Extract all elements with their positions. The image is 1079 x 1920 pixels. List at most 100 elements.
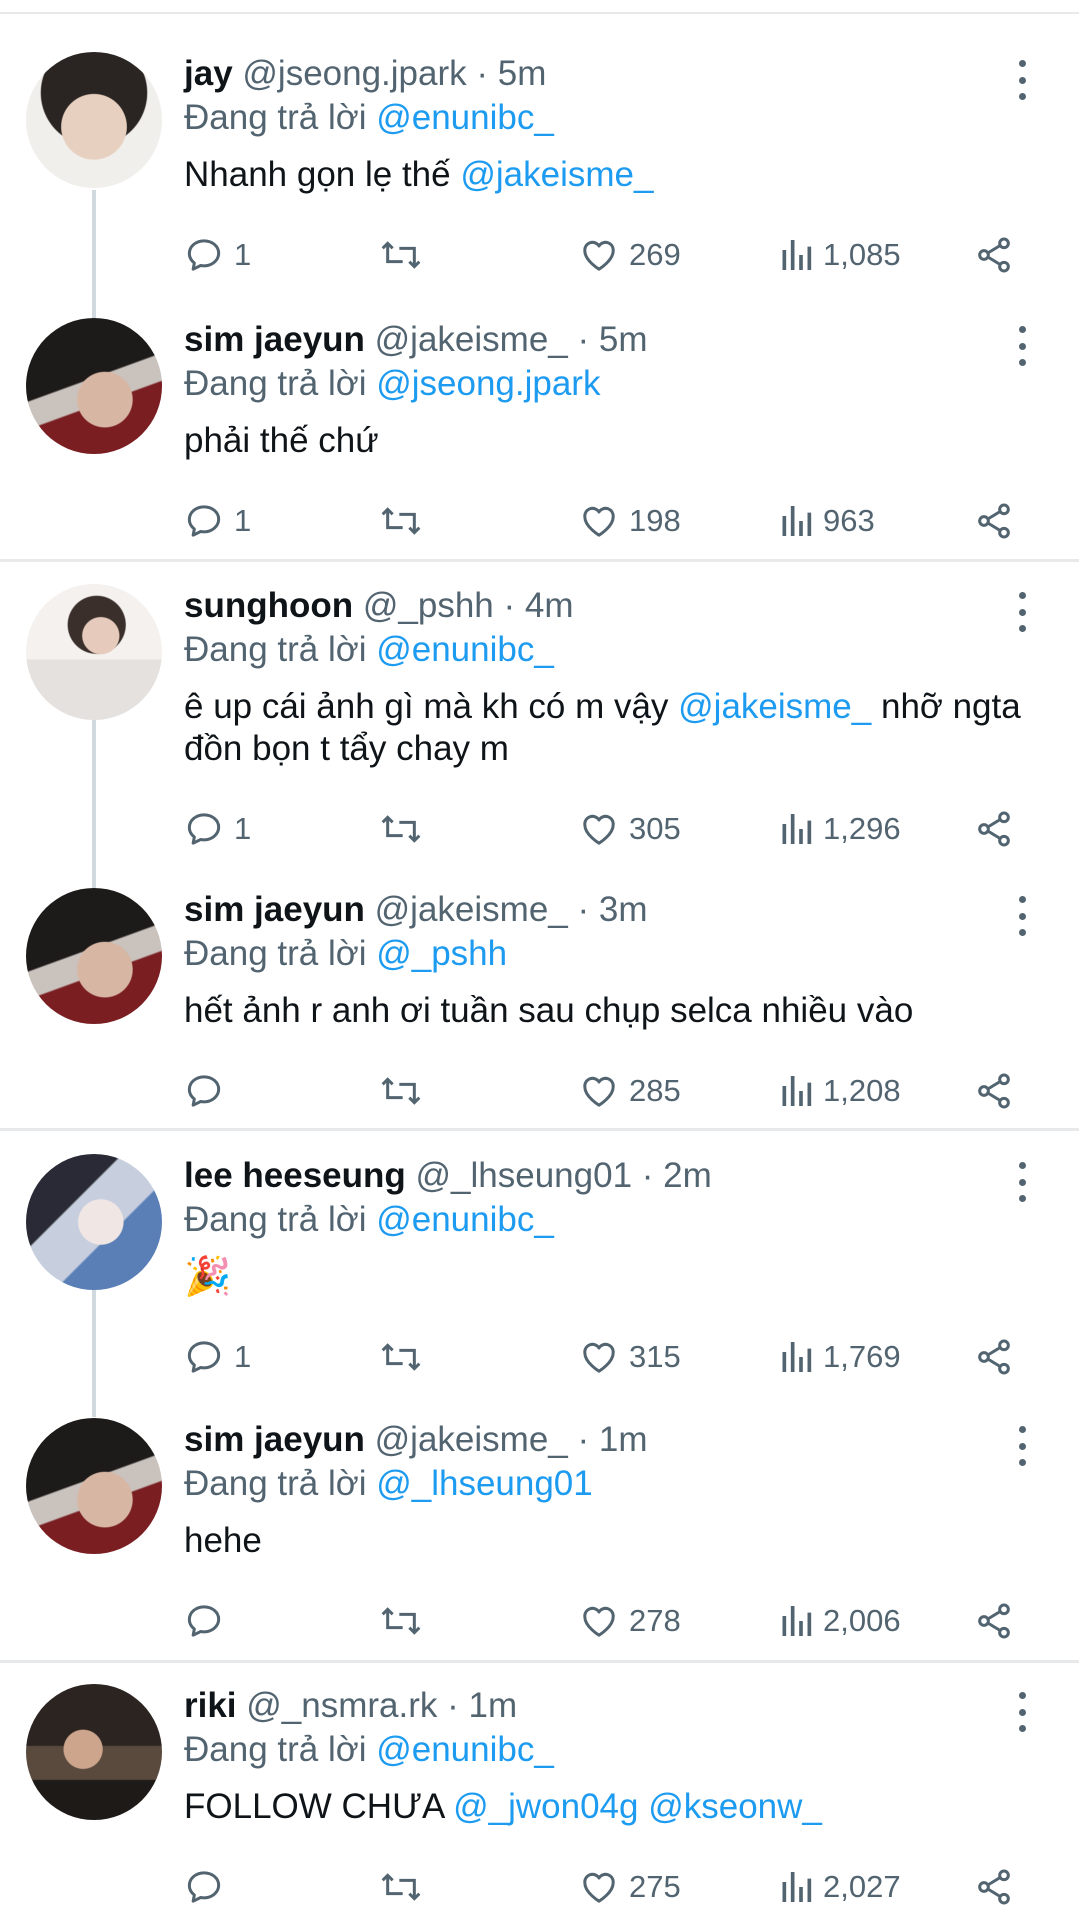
share-button[interactable]	[974, 804, 1014, 854]
more-options-icon[interactable]	[1010, 1426, 1034, 1466]
retweet-button[interactable]	[379, 496, 423, 546]
more-options-icon[interactable]	[1010, 1162, 1034, 1202]
tweet-text: Nhanh gọn lẹ thế @jakeisme_	[184, 154, 1044, 196]
tweet-text-body: hết ảnh r anh ơi tuần sau chụp selca nhi…	[184, 991, 914, 1030]
avatar[interactable]	[26, 52, 162, 188]
user-handle[interactable]: @_pshh	[363, 586, 494, 625]
avatar[interactable]	[26, 1154, 162, 1290]
replying-to-mention[interactable]: @enunibc_	[376, 1200, 554, 1239]
avatar[interactable]	[26, 1684, 162, 1820]
like-button[interactable]: 305	[579, 804, 681, 854]
reply-button[interactable]: 1	[184, 496, 251, 546]
timestamp[interactable]: 2m	[663, 1156, 712, 1195]
retweet-button[interactable]	[379, 1596, 423, 1646]
share-button[interactable]	[974, 496, 1014, 546]
like-button[interactable]: 278	[579, 1596, 681, 1646]
like-button[interactable]: 275	[579, 1862, 681, 1912]
retweet-button[interactable]	[379, 1332, 423, 1382]
timestamp[interactable]: 1m	[469, 1686, 518, 1725]
bar-chart-icon	[782, 814, 812, 844]
reply-button[interactable]	[184, 1862, 234, 1912]
more-options-icon[interactable]	[1010, 1692, 1034, 1732]
bar-chart-icon	[782, 1872, 812, 1902]
reply-button[interactable]: 1	[184, 1332, 251, 1382]
display-name[interactable]: sim jaeyun	[184, 320, 365, 359]
views-button[interactable]: 963	[779, 496, 875, 546]
views-button[interactable]: 2,006	[779, 1596, 901, 1646]
reply-button[interactable]	[184, 1596, 234, 1646]
share-button[interactable]	[974, 1066, 1014, 1116]
share-button[interactable]	[974, 1862, 1014, 1912]
text-mention[interactable]: @jakeisme_	[460, 155, 653, 194]
timestamp[interactable]: 5m	[498, 54, 547, 93]
separator-dot: ·	[577, 890, 599, 929]
avatar[interactable]	[26, 318, 162, 454]
share-button[interactable]	[974, 1596, 1014, 1646]
more-options-icon[interactable]	[1010, 896, 1034, 936]
reply-button[interactable]	[184, 1066, 234, 1116]
avatar[interactable]	[26, 1418, 162, 1554]
user-handle[interactable]: @jakeisme_	[375, 1420, 568, 1459]
tweet[interactable]: lee heeseung @_lhseung01 · 2m Đang trả l…	[0, 1154, 1079, 1419]
display-name[interactable]: sim jaeyun	[184, 1420, 365, 1459]
display-name[interactable]: riki	[184, 1686, 237, 1725]
like-button[interactable]: 198	[579, 496, 681, 546]
reply-button[interactable]: 1	[184, 804, 251, 854]
tweet-text: hết ảnh r anh ơi tuần sau chụp selca nhi…	[184, 990, 1044, 1032]
tweet[interactable]: sim jaeyun @jakeisme_ · 5m Đang trả lời …	[0, 318, 1079, 583]
replying-to-mention[interactable]: @enunibc_	[376, 1730, 554, 1769]
retweet-button[interactable]	[379, 1066, 423, 1116]
share-button[interactable]	[974, 1332, 1014, 1382]
user-handle[interactable]: @_lhseung01	[416, 1156, 633, 1195]
timestamp[interactable]: 1m	[599, 1420, 648, 1459]
replying-to-mention[interactable]: @_pshh	[376, 934, 507, 973]
user-handle[interactable]: @jseong.jpark	[242, 54, 466, 93]
views-button[interactable]: 2,027	[779, 1862, 901, 1912]
tweet[interactable]: sim jaeyun @jakeisme_ · 3m Đang trả lời …	[0, 888, 1079, 1153]
like-count: 198	[629, 503, 681, 538]
user-handle[interactable]: @_nsmra.rk	[246, 1686, 437, 1725]
views-button[interactable]: 1,208	[779, 1066, 901, 1116]
heart-icon	[583, 1076, 615, 1107]
views-button[interactable]: 1,296	[779, 804, 901, 854]
display-name[interactable]: jay	[184, 54, 233, 93]
reply-button[interactable]: 1	[184, 230, 251, 280]
like-button[interactable]: 315	[579, 1332, 681, 1382]
replying-to-mention[interactable]: @enunibc_	[376, 98, 554, 137]
tweet[interactable]: jay @jseong.jpark · 5m Đang trả lời @enu…	[0, 52, 1079, 317]
timestamp[interactable]: 3m	[599, 890, 648, 929]
separator-dot: ·	[447, 1686, 469, 1725]
tweet[interactable]: sunghoon @_pshh · 4m Đang trả lời @enuni…	[0, 584, 1079, 849]
view-count: 2,006	[823, 1603, 901, 1638]
like-button[interactable]: 269	[579, 230, 681, 280]
tweet[interactable]: riki @_nsmra.rk · 1m Đang trả lời @enuni…	[0, 1684, 1079, 1920]
more-options-icon[interactable]	[1010, 592, 1034, 632]
text-mention[interactable]: @_jwon04g	[453, 1787, 638, 1826]
replying-to-mention[interactable]: @enunibc_	[376, 630, 554, 669]
user-handle[interactable]: @jakeisme_	[375, 320, 568, 359]
views-button[interactable]: 1,769	[779, 1332, 901, 1382]
user-handle[interactable]: @jakeisme_	[375, 890, 568, 929]
display-name[interactable]: sim jaeyun	[184, 890, 365, 929]
replying-to-mention[interactable]: @_lhseung01	[376, 1464, 593, 1503]
display-name[interactable]: lee heeseung	[184, 1156, 406, 1195]
replying-to-mention[interactable]: @jseong.jpark	[376, 364, 600, 403]
like-count: 275	[629, 1869, 681, 1904]
tweet[interactable]: sim jaeyun @jakeisme_ · 1m Đang trả lời …	[0, 1418, 1079, 1683]
timestamp[interactable]: 5m	[599, 320, 648, 359]
more-options-icon[interactable]	[1010, 60, 1034, 100]
share-button[interactable]	[974, 230, 1014, 280]
timestamp[interactable]: 4m	[525, 586, 574, 625]
avatar[interactable]	[26, 584, 162, 720]
text-mention[interactable]: @kseonw_	[648, 1787, 822, 1826]
retweet-button[interactable]	[379, 804, 423, 854]
like-button[interactable]: 285	[579, 1066, 681, 1116]
retweet-button[interactable]	[379, 230, 423, 280]
like-count: 315	[629, 1339, 681, 1374]
views-button[interactable]: 1,085	[779, 230, 901, 280]
retweet-button[interactable]	[379, 1862, 423, 1912]
text-mention[interactable]: @jakeisme_	[678, 687, 871, 726]
avatar[interactable]	[26, 888, 162, 1024]
display-name[interactable]: sunghoon	[184, 586, 353, 625]
more-options-icon[interactable]	[1010, 326, 1034, 366]
